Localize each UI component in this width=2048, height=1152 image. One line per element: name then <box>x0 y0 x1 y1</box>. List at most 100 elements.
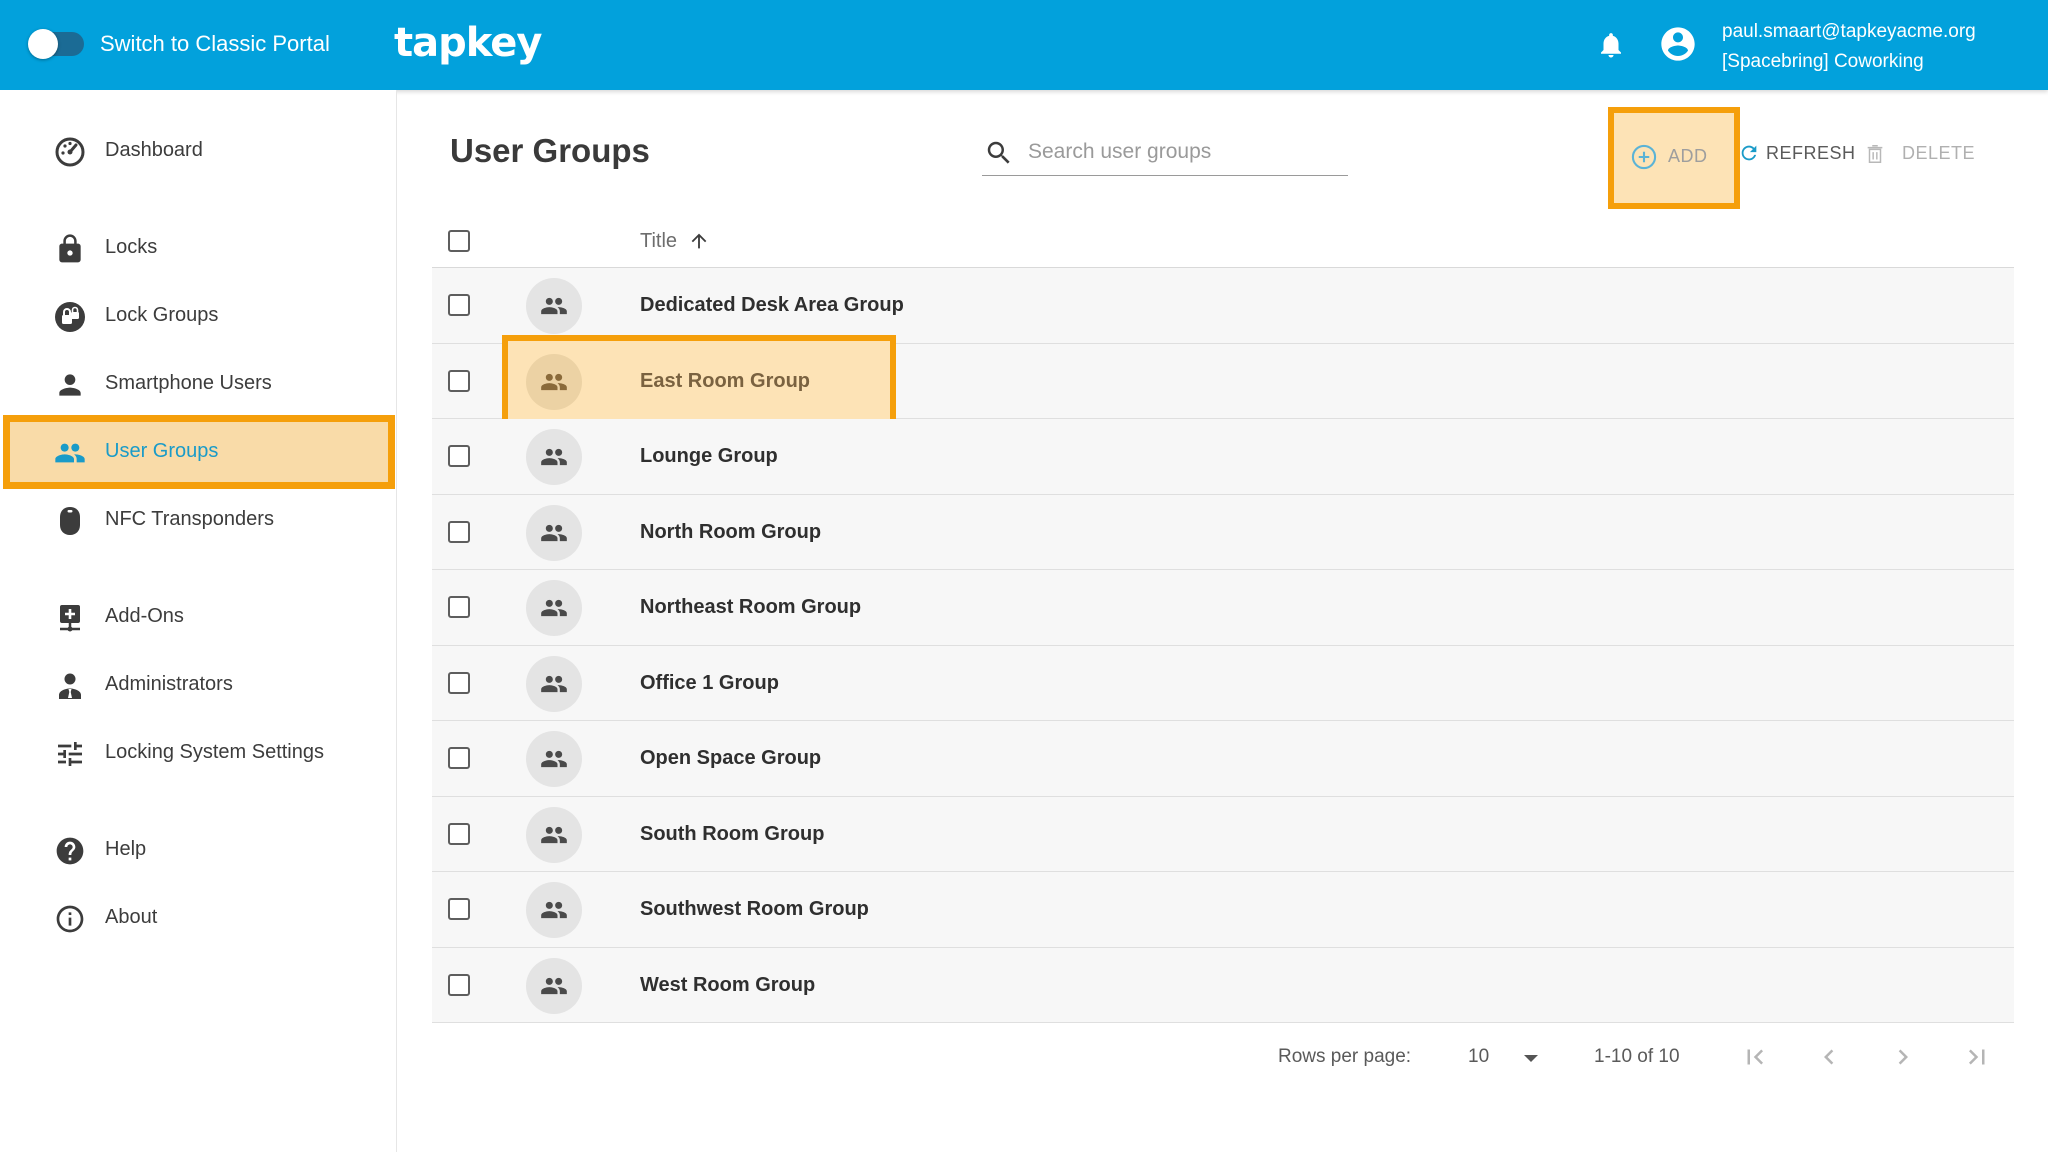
people-icon <box>541 599 567 617</box>
sidebar-item-locks[interactable]: Locks <box>10 218 388 278</box>
select-all-checkbox[interactable] <box>448 230 470 252</box>
sidebar-item-label: User Groups <box>105 440 219 462</box>
toggle-knob[interactable] <box>28 29 58 59</box>
table-row[interactable]: East Room Group <box>432 334 2014 431</box>
row-checkbox[interactable] <box>448 671 470 694</box>
group-avatar <box>526 278 582 334</box>
group-title[interactable]: Lounge Group <box>640 445 778 468</box>
add-button[interactable]: ADD <box>1608 107 1740 209</box>
people-icon <box>541 373 567 390</box>
row-checkbox[interactable] <box>448 747 470 769</box>
table-row[interactable]: Dedicated Desk Area Group <box>432 268 2014 344</box>
row-checkbox[interactable] <box>448 973 470 996</box>
group-avatar <box>526 353 582 410</box>
rows-per-page-select[interactable]: 10 <box>1468 1040 1544 1074</box>
last-page-icon[interactable] <box>1962 1042 1992 1072</box>
sidebar-item-label: About <box>105 906 158 928</box>
sidebar-item-administrators[interactable]: Administrators <box>10 655 388 715</box>
sort-ascending-icon[interactable] <box>688 230 710 252</box>
search-icon <box>987 141 1010 164</box>
table-row[interactable]: Open Space Group <box>432 721 2014 797</box>
group-title[interactable]: Office 1 Group <box>640 672 779 695</box>
search-input[interactable] <box>1028 136 1338 168</box>
column-header-title[interactable]: Title <box>640 230 677 253</box>
table-row[interactable]: Office 1 Group <box>432 645 2014 721</box>
row-checkbox[interactable] <box>448 294 470 316</box>
sidebar-item-help[interactable]: Help <box>10 820 388 880</box>
row-checkbox[interactable] <box>448 445 470 467</box>
sidebar-item-smartphone-users[interactable]: Smartphone Users <box>10 354 388 414</box>
table-row[interactable]: North Room Group <box>432 494 2014 570</box>
add-button-label: ADD <box>1668 146 1708 166</box>
delete-button[interactable]: DELETE <box>1864 130 1976 176</box>
account-circle-icon[interactable] <box>1658 24 1698 64</box>
notification-bell-icon[interactable] <box>1596 28 1626 62</box>
add-circle-icon <box>1631 144 1657 170</box>
sidebar-item-user-groups[interactable]: User Groups <box>3 415 395 489</box>
help-icon <box>56 837 84 865</box>
sidebar-item-add-ons[interactable]: Add-Ons <box>10 587 388 647</box>
pagination-range: 1-10 of 10 <box>1594 1046 1680 1067</box>
top-bar: Switch to Classic Portal tapkey paul.sma… <box>0 0 2048 90</box>
people-icon <box>55 443 85 463</box>
group-title[interactable]: Open Space Group <box>640 747 821 770</box>
sidebar-item-label: Dashboard <box>105 139 203 161</box>
row-checkbox[interactable] <box>448 369 470 392</box>
sidebar-item-label: Locking System Settings <box>105 741 324 763</box>
add-ons-icon <box>60 605 80 632</box>
sidebar-item-dashboard[interactable]: Dashboard <box>10 121 388 181</box>
row-checkbox[interactable] <box>448 822 470 845</box>
trash-icon <box>1867 145 1883 163</box>
sidebar-item-label: Help <box>105 838 147 860</box>
page-title: User Groups <box>450 132 650 169</box>
table-row[interactable]: Southwest Room Group <box>432 872 2014 948</box>
group-title[interactable]: South Room Group <box>640 823 824 846</box>
people-icon <box>541 901 567 919</box>
sidebar-item-label: Locks <box>105 236 158 258</box>
group-avatar <box>526 806 582 863</box>
table-row[interactable]: Northeast Room Group <box>432 570 2014 646</box>
table-row[interactable]: South Room Group <box>432 796 2014 872</box>
refresh-button-label: REFRESH <box>1766 143 1856 163</box>
row-checkbox[interactable] <box>448 520 470 543</box>
delete-button-label: DELETE <box>1902 143 1976 163</box>
group-avatar <box>526 504 582 561</box>
group-title[interactable]: Southwest Room Group <box>640 898 869 921</box>
group-title[interactable]: North Room Group <box>640 521 821 544</box>
group-avatar <box>526 957 582 1014</box>
person-icon <box>59 374 81 396</box>
row-checkbox[interactable] <box>448 596 470 618</box>
refresh-icon <box>1741 145 1757 161</box>
refresh-button[interactable]: REFRESH <box>1738 130 1855 176</box>
sidebar: Dashboard Locks Lock Groups Smartphone U… <box>0 90 397 1152</box>
info-icon <box>56 905 84 933</box>
people-icon <box>541 448 567 466</box>
classic-portal-toggle[interactable] <box>28 29 84 59</box>
sidebar-item-nfc-transponders[interactable]: NFC Transponders <box>10 490 388 550</box>
next-page-icon[interactable] <box>1888 1042 1918 1072</box>
group-title[interactable]: Dedicated Desk Area Group <box>640 294 904 317</box>
lock-groups-icon <box>55 302 85 332</box>
group-title[interactable]: West Room Group <box>640 974 815 997</box>
group-avatar <box>526 655 582 712</box>
row-checkbox[interactable] <box>448 898 470 920</box>
table-row[interactable]: Lounge Group <box>432 419 2014 495</box>
lock-icon <box>59 234 81 263</box>
table-header: Title <box>432 210 2014 268</box>
user-groups-table: Title Dedicated Desk Area Group East Roo… <box>432 210 2014 1023</box>
sidebar-item-locking-system-settings[interactable]: Locking System Settings <box>10 723 388 783</box>
previous-page-icon[interactable] <box>1814 1042 1844 1072</box>
user-organization: [Spacebring] Coworking <box>1722 51 1924 72</box>
group-title[interactable]: East Room Group <box>640 370 810 393</box>
people-icon <box>541 750 567 768</box>
table-row[interactable]: West Room Group <box>432 947 2014 1023</box>
tapkey-logo: tapkey <box>394 20 542 66</box>
group-avatar <box>526 580 582 636</box>
first-page-icon[interactable] <box>1740 1042 1770 1072</box>
sidebar-item-about[interactable]: About <box>10 888 388 948</box>
sidebar-item-label: Smartphone Users <box>105 372 272 394</box>
group-avatar <box>526 429 582 485</box>
sidebar-item-lock-groups[interactable]: Lock Groups <box>10 286 388 346</box>
group-title[interactable]: Northeast Room Group <box>640 596 861 619</box>
sidebar-item-label: NFC Transponders <box>105 508 274 530</box>
